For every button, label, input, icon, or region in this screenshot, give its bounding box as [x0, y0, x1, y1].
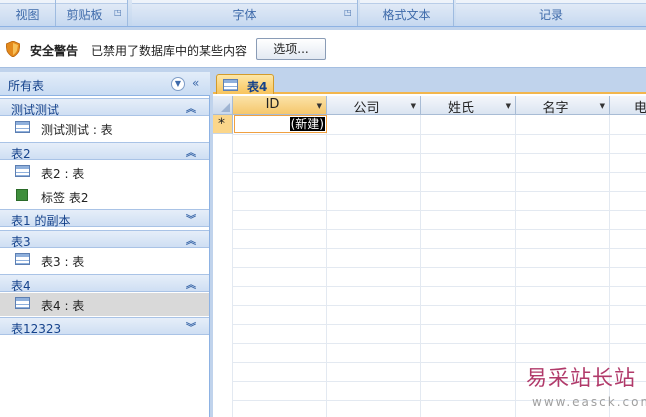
security-warning-title: 安全警告: [30, 44, 79, 58]
ribbon-group-bar: 视图 剪贴板 ◳ 字体 ◳ 格式文本 记录: [0, 0, 646, 27]
document-tab-label: 表4: [247, 80, 268, 94]
watermark-text: 易采站长站: [526, 366, 636, 390]
new-record-id-cell[interactable]: (新建): [234, 115, 327, 133]
nav-item-label: 标签 表2: [41, 191, 89, 205]
dropdown-arrow-icon[interactable]: ▼: [600, 102, 605, 110]
ribbon-group-label: 格式文本: [382, 8, 431, 22]
column-header-label: 公司: [353, 101, 380, 116]
nav-pane-header[interactable]: 所有表 ▼ «: [0, 72, 210, 96]
navigation-pane: 所有表 ▼ « 测试测试 ︽ 测试测试 : 表 表2 ︽ 表2 : 表 标签 表…: [0, 72, 210, 417]
dropdown-arrow-icon[interactable]: ▼: [317, 102, 322, 110]
nav-item[interactable]: 表2 : 表: [0, 161, 209, 183]
chevron-up-icon[interactable]: ︽: [186, 144, 196, 159]
table-icon: [15, 253, 30, 265]
ribbon-group-label: 记录: [538, 8, 563, 22]
chevron-up-icon[interactable]: ︽: [186, 276, 196, 291]
nav-group-header[interactable]: 测试测试 ︽: [0, 98, 209, 117]
nav-pane-title: 所有表: [8, 79, 45, 93]
dropdown-arrow-icon[interactable]: ▼: [506, 102, 511, 110]
dialog-launcher-icon[interactable]: ◳: [344, 8, 353, 17]
chevron-down-icon[interactable]: ▼: [171, 77, 185, 91]
column-header[interactable]: 姓氏 ▼: [421, 96, 516, 116]
document-tab[interactable]: 表4: [216, 74, 274, 94]
watermark-url: www.easck.com: [532, 395, 646, 409]
column-header-label: 姓氏: [447, 101, 474, 116]
shield-icon: [6, 41, 20, 57]
column-header[interactable]: ID ▼: [233, 96, 327, 115]
security-warning-message: 已禁用了数据库中的某些内容: [91, 44, 248, 58]
nav-group-header[interactable]: 表3 ︽: [0, 230, 209, 249]
nav-group-title: 表3: [11, 235, 31, 249]
column-header-label: 名字: [542, 101, 569, 116]
new-record-star-icon: *: [218, 116, 225, 132]
ribbon-group-records: 记录: [456, 0, 646, 26]
options-button[interactable]: 选项...: [256, 38, 326, 60]
nav-group-title: 表2: [11, 147, 31, 161]
shutter-collapse-icon[interactable]: «: [192, 76, 199, 90]
column-header-label: 电: [633, 101, 646, 116]
security-warning-bar: 安全警告 已禁用了数据库中的某些内容 选项...: [0, 30, 646, 68]
nav-item[interactable]: 测试测试 : 表: [0, 117, 209, 139]
table-icon: [223, 79, 238, 91]
nav-group-header[interactable]: 表2 ︽: [0, 142, 209, 161]
document-tab-strip: 表4: [213, 72, 646, 94]
ribbon-group-label: 视图: [15, 8, 40, 22]
ribbon-group-font: 字体 ◳: [132, 0, 358, 26]
dialog-launcher-icon[interactable]: ◳: [114, 8, 123, 17]
new-record-selector[interactable]: *: [213, 115, 233, 134]
chevron-up-icon[interactable]: ︽: [186, 100, 196, 115]
nav-item-label: 表2 : 表: [41, 167, 85, 181]
nav-group-title: 表1 的副本: [11, 214, 71, 228]
column-header[interactable]: 电: [610, 96, 646, 116]
chevron-down-icon[interactable]: ︾: [186, 319, 196, 334]
select-all-button[interactable]: [213, 96, 233, 115]
chevron-down-icon[interactable]: ︾: [186, 211, 196, 226]
new-record-text: (新建): [289, 117, 325, 131]
nav-group-title: 表12323: [11, 322, 62, 336]
nav-item[interactable]: 表3 : 表: [0, 249, 209, 271]
nav-group-title: 表4: [11, 279, 31, 293]
nav-item-label: 表4 : 表: [41, 299, 85, 313]
ribbon-group-label: 剪贴板: [66, 8, 103, 22]
nav-item[interactable]: 标签 表2: [0, 185, 209, 207]
row-selector-empty: [213, 134, 233, 417]
ribbon-group-clipboard: 剪贴板 ◳: [56, 0, 128, 26]
table-icon: [15, 297, 30, 309]
ribbon-group-label: 字体: [232, 8, 257, 22]
report-icon: [16, 189, 28, 201]
nav-group-title: 测试测试: [11, 103, 60, 117]
column-header-label: ID: [265, 97, 280, 112]
nav-group-header[interactable]: 表1 的副本 ︾: [0, 209, 209, 228]
nav-group-header[interactable]: 表12323 ︾: [0, 317, 209, 336]
ribbon-group-view: 视图: [0, 0, 56, 26]
chevron-up-icon[interactable]: ︽: [186, 232, 196, 247]
nav-item-label: 表3 : 表: [41, 255, 85, 269]
column-header[interactable]: 名字 ▼: [516, 96, 610, 116]
nav-group-header[interactable]: 表4 ︽: [0, 274, 209, 293]
table-icon: [15, 121, 30, 133]
dropdown-arrow-icon[interactable]: ▼: [411, 102, 416, 110]
nav-item-label: 测试测试 : 表: [41, 123, 113, 137]
table-icon: [15, 165, 30, 177]
column-header[interactable]: 公司 ▼: [327, 96, 421, 116]
ribbon-group-rich-text: 格式文本: [360, 0, 454, 26]
nav-item-selected[interactable]: 表4 : 表: [0, 293, 209, 316]
